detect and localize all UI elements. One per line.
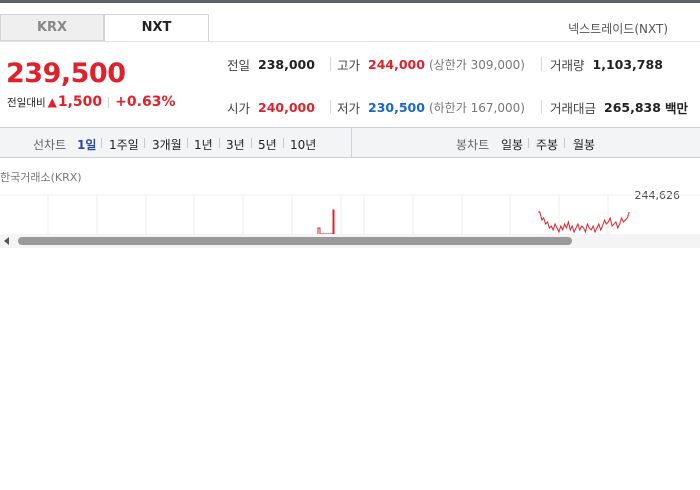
stat-value: 230,500 bbox=[368, 100, 425, 115]
divider bbox=[187, 138, 188, 148]
period-3m[interactable]: 3개월 bbox=[152, 136, 182, 153]
period-5y[interactable]: 5년 bbox=[258, 136, 277, 153]
divider bbox=[541, 57, 542, 71]
divider bbox=[330, 100, 331, 114]
stat-value: 238,000 bbox=[258, 57, 315, 72]
divider bbox=[219, 138, 220, 148]
change-label: 전일대비 bbox=[7, 96, 46, 109]
stat-value: 240,000 bbox=[258, 100, 315, 115]
stat-sub: (상한가 309,000) bbox=[429, 56, 525, 73]
line-chart-periods: 선차트 1일 1주일 3개월 1년 3년 5년 10년 bbox=[0, 128, 352, 157]
divider bbox=[144, 138, 145, 148]
divider bbox=[528, 138, 529, 148]
period-1w[interactable]: 1주일 bbox=[109, 136, 139, 153]
candle-monthly[interactable]: 월봉 bbox=[573, 136, 595, 153]
stat-value: 1,103,788 bbox=[592, 57, 663, 72]
chart-period-bar: 선차트 1일 1주일 3개월 1년 3년 5년 10년 봉차트 일봉 주봉 월봉 bbox=[0, 127, 700, 158]
line-chart-title: 선차트 bbox=[33, 138, 67, 152]
stat-volume: 거래량 1,103,788 bbox=[550, 55, 663, 74]
period-3y[interactable]: 3년 bbox=[226, 136, 245, 153]
price-line bbox=[317, 209, 335, 234]
stat-label: 시가 bbox=[227, 101, 251, 116]
stat-value: 265,838 bbox=[604, 100, 661, 115]
tab-nxt[interactable]: NXT bbox=[104, 14, 209, 41]
chart-caption: 한국거래소(KRX) bbox=[0, 171, 82, 184]
stat-label: 전일 bbox=[227, 58, 251, 73]
price-summary: 239,500 전일대비 ▲ 1,500 +0.63% bbox=[0, 41, 208, 128]
stat-unit: 백만 bbox=[664, 101, 688, 116]
divider bbox=[564, 138, 565, 148]
divider bbox=[541, 100, 542, 114]
stat-label: 거래량 bbox=[550, 58, 585, 73]
divider bbox=[251, 138, 252, 148]
stat-sub: (하한가 167,000) bbox=[429, 99, 525, 116]
upper-limit-label: (상한가 bbox=[428, 58, 467, 72]
stat-high: 고가 244,000 (상한가 309,000) bbox=[337, 55, 525, 74]
top-border bbox=[0, 0, 700, 3]
stat-label: 고가 bbox=[337, 58, 361, 73]
stat-low: 저가 230,500 (하한가 167,000) bbox=[337, 98, 525, 117]
chart-scrollbar[interactable] bbox=[0, 234, 700, 248]
price-chart bbox=[0, 194, 700, 234]
tab-krx[interactable]: KRX bbox=[0, 14, 104, 41]
candle-chart-title: 봉차트 bbox=[456, 138, 490, 152]
price-line-segment bbox=[538, 211, 630, 234]
exchange-tabs: KRX NXT bbox=[0, 14, 209, 41]
stat-prev-close: 전일 238,000 bbox=[227, 55, 315, 74]
stat-amount: 거래대금 265,838 백만 bbox=[550, 98, 688, 117]
divider bbox=[108, 96, 110, 108]
change-amount: 1,500 bbox=[57, 94, 103, 110]
current-price: 239,500 bbox=[6, 58, 126, 89]
vertical-grid bbox=[47, 195, 609, 234]
period-10y[interactable]: 10년 bbox=[290, 136, 316, 153]
upper-limit-value: 309,000) bbox=[470, 58, 525, 72]
period-1y[interactable]: 1년 bbox=[194, 136, 213, 153]
up-triangle-icon: ▲ bbox=[47, 95, 57, 109]
exchange-label: 넥스트레이드(NXT) bbox=[568, 22, 668, 36]
stat-value: 244,000 bbox=[368, 57, 425, 72]
divider bbox=[330, 57, 331, 71]
divider bbox=[283, 138, 284, 148]
scroll-thumb[interactable] bbox=[18, 237, 572, 245]
candle-weekly[interactable]: 주봉 bbox=[536, 136, 558, 153]
period-1d[interactable]: 1일 bbox=[77, 136, 96, 153]
scroll-left-icon[interactable] bbox=[4, 237, 9, 245]
change-percent: +0.63% bbox=[115, 94, 176, 110]
divider bbox=[101, 138, 102, 148]
candle-daily[interactable]: 일봉 bbox=[501, 136, 523, 153]
stat-label: 거래대금 bbox=[550, 101, 597, 116]
lower-limit-value: 167,000) bbox=[470, 101, 525, 115]
price-change-row: 전일대비 ▲ 1,500 +0.63% bbox=[7, 94, 175, 110]
stock-stats: 전일 238,000 고가 244,000 (상한가 309,000) 거래량 … bbox=[208, 41, 700, 128]
stat-open: 시가 240,000 bbox=[227, 98, 315, 117]
lower-limit-label: (하한가 bbox=[428, 101, 467, 115]
stat-label: 저가 bbox=[337, 101, 361, 116]
